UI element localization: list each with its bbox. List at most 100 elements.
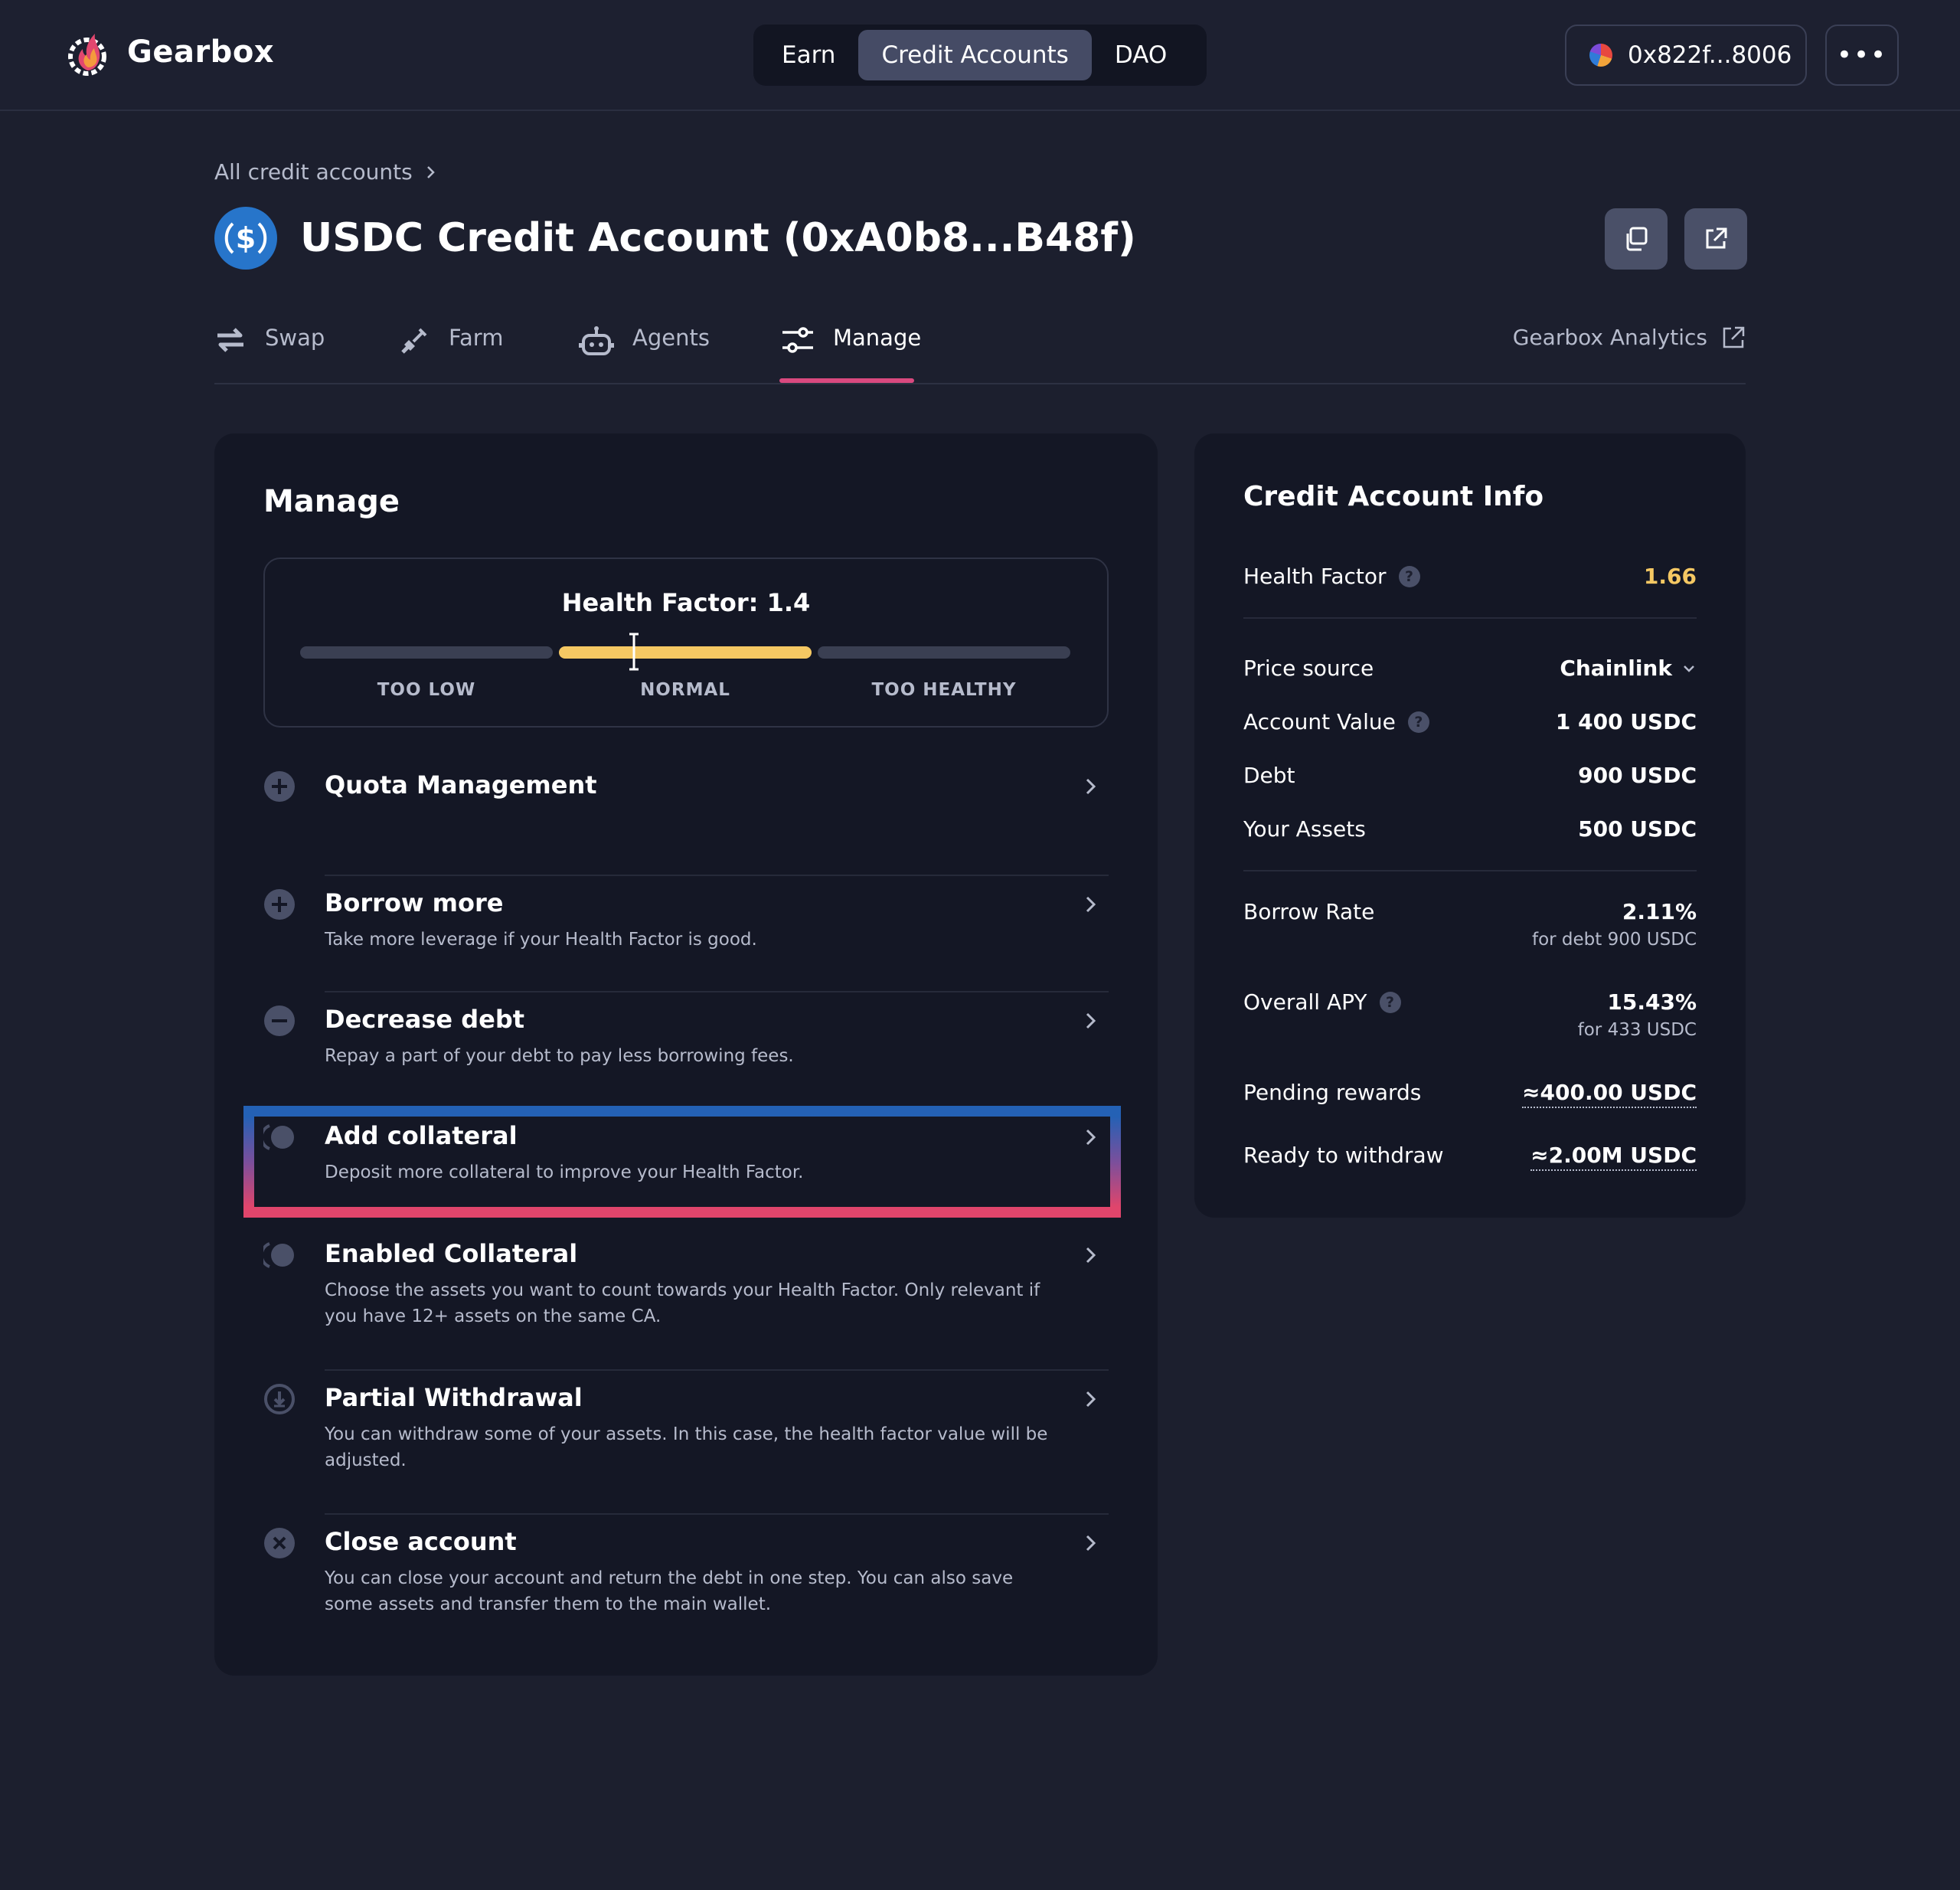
info-label: Your Assets (1243, 816, 1366, 842)
action-add-collateral[interactable]: Add collateral Deposit more collateral t… (263, 1121, 1109, 1213)
top-header: Gearbox Earn Credit Accounts DAO 0x822f.… (0, 0, 1960, 111)
gauge-segment-too-low (300, 646, 553, 659)
copy-address-button[interactable] (1605, 208, 1668, 270)
open-explorer-button[interactable] (1684, 208, 1747, 270)
page-title: USDC Credit Account (0xA0b8...B48f) (300, 215, 1136, 261)
chevron-right-icon (1086, 1391, 1096, 1408)
action-title: Quota Management (325, 770, 597, 799)
divider (325, 1369, 1109, 1371)
info-label: Account Value (1243, 709, 1396, 734)
help-icon[interactable]: ? (1379, 991, 1401, 1013)
action-title: Partial Withdrawal (325, 1383, 583, 1412)
more-dots-icon: ••• (1836, 40, 1888, 70)
tab-manage[interactable]: Manage (781, 320, 921, 384)
external-link-icon (1706, 227, 1727, 249)
divider (325, 991, 1109, 992)
manage-card: Manage Health Factor: 1.4 TOO LOW NORMAL… (214, 433, 1158, 1676)
info-label: Price source (1243, 656, 1374, 681)
credit-account-info-card: Credit Account Info Health Factor ? 1.66… (1194, 433, 1746, 1218)
breadcrumb-all-accounts[interactable]: All credit accounts (214, 159, 413, 185)
info-label: Debt (1243, 763, 1295, 788)
chevron-right-icon (1086, 1129, 1096, 1146)
divider (1243, 617, 1697, 619)
wallet-address: 0x822f...8006 (1628, 41, 1792, 69)
info-title: Credit Account Info (1243, 481, 1544, 512)
action-description: You can withdraw some of your assets. In… (325, 1424, 1048, 1470)
action-quota-management[interactable]: Quota Management (263, 770, 1109, 876)
analytics-label: Gearbox Analytics (1512, 325, 1707, 350)
help-icon[interactable]: ? (1398, 565, 1420, 587)
price-source-dropdown[interactable]: Chainlink (1560, 656, 1697, 681)
swap-icon (217, 328, 243, 352)
manage-title: Manage (263, 484, 400, 519)
health-factor-label: Health Factor: 1.4 (561, 588, 811, 617)
ready-to-withdraw-value[interactable]: ≈2.00M USDC (1530, 1143, 1697, 1171)
shovel-icon (401, 328, 427, 354)
info-label: Borrow Rate (1243, 899, 1375, 924)
tab-farm[interactable]: Farm (398, 320, 503, 384)
external-link-icon (1723, 326, 1745, 348)
nav-credit-accounts[interactable]: Credit Accounts (858, 30, 1092, 80)
more-menu-button[interactable]: ••• (1825, 25, 1899, 86)
collateral-icon (263, 1124, 294, 1150)
gauge-segment-too-healthy (818, 646, 1070, 659)
action-description: Repay a part of your debt to pay less bo… (325, 1046, 794, 1066)
action-partial-withdrawal[interactable]: Partial Withdrawal You can withdraw some… (263, 1383, 1109, 1515)
account-value: 1 400 USDC (1555, 709, 1697, 734)
brand-name: Gearbox (127, 34, 275, 70)
gearbox-logo-icon (68, 34, 106, 76)
zone-too-low: TOO LOW (377, 680, 476, 700)
pending-rewards-value[interactable]: ≈400.00 USDC (1522, 1080, 1697, 1108)
active-tab-indicator (779, 378, 914, 383)
chevron-right-icon (1086, 1247, 1096, 1264)
gauge-segment-normal (559, 646, 812, 659)
breadcrumb: All credit accounts (214, 159, 437, 185)
info-label: Overall APY (1243, 989, 1367, 1015)
wallet-button[interactable]: 0x822f...8006 (1565, 25, 1807, 86)
health-factor-gauge: Health Factor: 1.4 TOO LOW NORMAL TOO HE… (263, 558, 1109, 728)
divider (325, 1513, 1109, 1515)
copy-icon (1626, 227, 1648, 251)
tab-agents-label: Agents (632, 325, 710, 351)
tab-farm-label: Farm (449, 325, 504, 351)
minus-circle-icon (264, 1005, 295, 1036)
action-title: Borrow more (325, 888, 504, 917)
brand-logo[interactable]: Gearbox (67, 28, 274, 77)
action-decrease-debt[interactable]: Decrease debt Repay a part of your debt … (263, 1005, 1109, 1109)
action-description: Deposit more collateral to improve your … (325, 1162, 804, 1182)
tab-swap[interactable]: Swap (214, 320, 325, 384)
action-description: Take more leverage if your Health Factor… (325, 930, 757, 950)
robot-icon (579, 326, 614, 355)
action-title: Close account (325, 1527, 517, 1556)
chevron-right-icon (1086, 1012, 1096, 1029)
chevron-right-icon (426, 165, 435, 178)
tab-agents[interactable]: Agents (579, 320, 710, 384)
plus-circle-icon (264, 889, 295, 920)
help-icon[interactable]: ? (1407, 711, 1429, 733)
nav-earn[interactable]: Earn (759, 30, 858, 80)
withdraw-icon (264, 1384, 295, 1414)
action-enabled-collateral[interactable]: Enabled Collateral Choose the assets you… (263, 1239, 1109, 1371)
plus-circle-icon (264, 771, 295, 802)
tab-swap-label: Swap (265, 325, 325, 351)
tab-manage-label: Manage (833, 325, 922, 351)
action-close-account[interactable]: Close account You can close your account… (263, 1527, 1109, 1634)
info-label: Ready to withdraw (1243, 1143, 1444, 1168)
nav-dao[interactable]: DAO (1092, 30, 1190, 80)
action-title: Decrease debt (325, 1005, 525, 1034)
chevron-right-icon (1086, 896, 1096, 913)
account-tabs: Swap Farm Agents Manage Gearbox Analytic… (214, 320, 1746, 384)
action-title: Enabled Collateral (325, 1239, 578, 1268)
health-factor-value: 1.66 (1643, 564, 1697, 589)
action-description: You can close your account and return th… (325, 1568, 1014, 1614)
close-circle-icon (264, 1528, 295, 1558)
chevron-down-icon (1684, 665, 1694, 672)
divider (1243, 870, 1697, 871)
chevron-right-icon (1086, 1535, 1096, 1552)
borrow-rate-value: 2.11% (1622, 899, 1697, 924)
usdc-token-icon: $ (214, 207, 277, 270)
action-borrow-more[interactable]: Borrow more Take more leverage if your H… (263, 888, 1109, 992)
gearbox-analytics-link[interactable]: Gearbox Analytics (1513, 325, 1746, 350)
borrow-rate-sub: for debt 900 USDC (1531, 930, 1697, 950)
svg-text:$: $ (236, 221, 256, 255)
